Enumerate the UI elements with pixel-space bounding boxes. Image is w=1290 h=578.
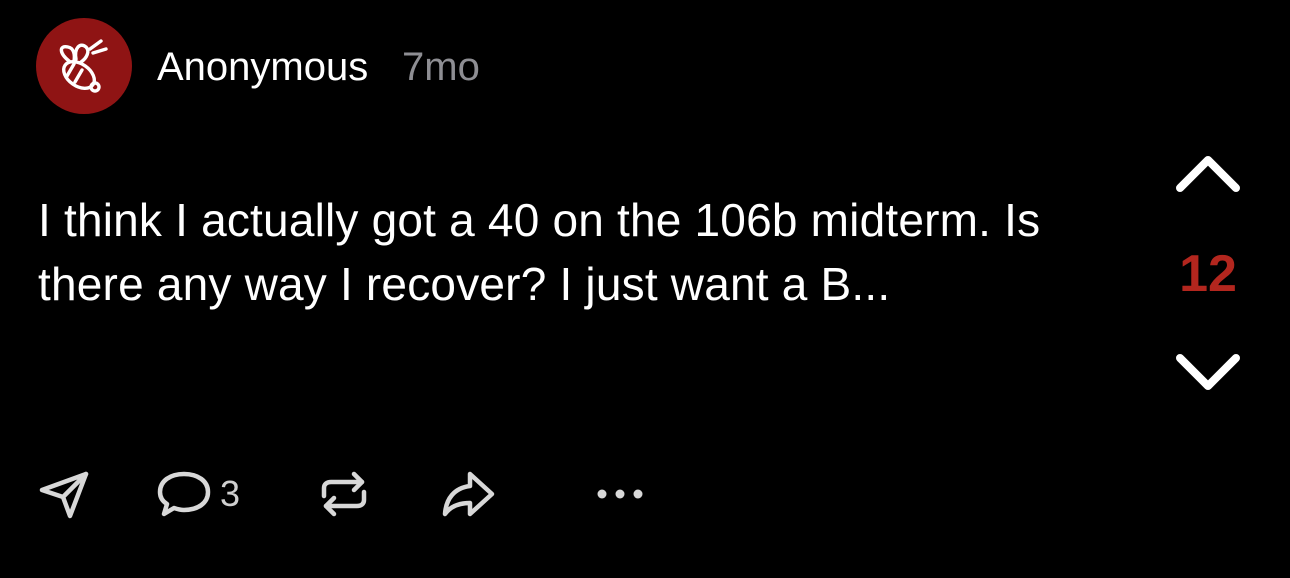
more-options-button[interactable] [592,466,648,522]
comment-count: 3 [220,473,241,514]
more-icon [597,489,643,499]
share-button[interactable] [440,466,496,522]
bee-icon [59,39,108,93]
repost-icon [321,471,367,517]
vote-count: 12 [1179,245,1237,303]
send-button[interactable] [36,466,92,522]
avatar[interactable] [36,18,132,114]
repost-button[interactable] [316,466,372,522]
share-icon [442,471,495,517]
post-age: 7mo [402,45,480,89]
chevron-down-icon [1176,354,1240,390]
send-icon [39,471,89,519]
chevron-up-icon [1176,156,1240,192]
vote-control: 12 [1160,140,1256,410]
post-body[interactable]: I think I actually got a 40 on the 106b … [38,188,1058,316]
comment-button[interactable]: 3 [156,466,240,522]
comment-icon [157,471,211,517]
upvote-button[interactable] [1170,148,1246,198]
author-name[interactable]: Anonymous [157,44,368,90]
downvote-button[interactable] [1170,348,1246,398]
